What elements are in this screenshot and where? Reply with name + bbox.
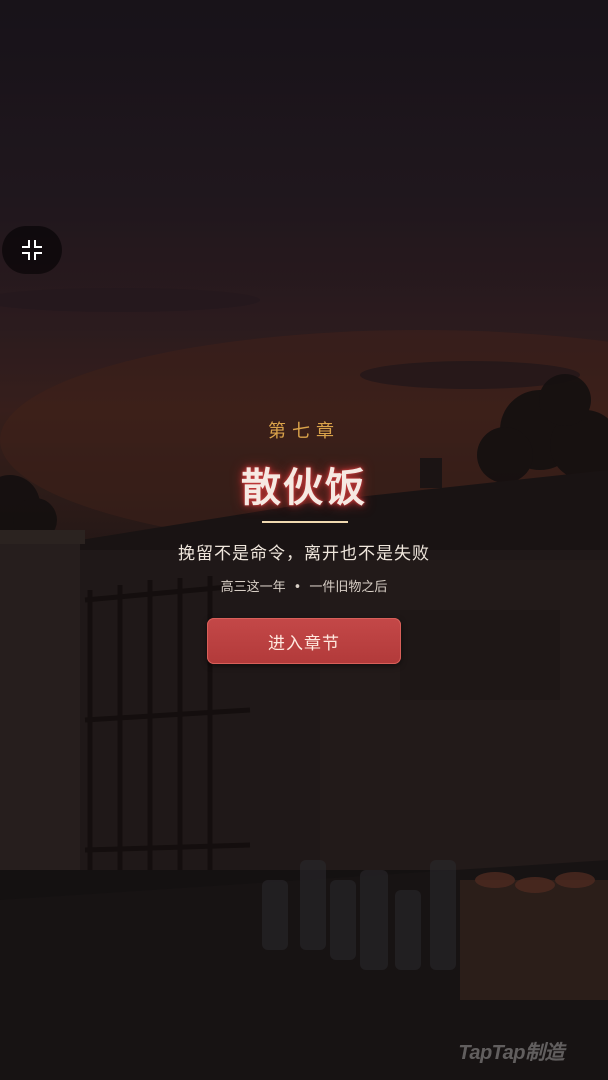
title-divider [262, 521, 348, 523]
meta-left: 高三这一年 [220, 580, 286, 595]
chapter-subtitle: 挽留不是命令，离开也不是失败 [178, 544, 430, 564]
chapter-title: 散伙饭 [241, 465, 367, 511]
chapter-meta: 高三这一年 • 一件旧物之后 [0, 576, 608, 595]
chapter-intro-screen: 第七章 散伙饭 挽留不是命令，离开也不是失败 高三这一年 • 一件旧物之后 进入章节… [0, 0, 608, 1080]
meta-right: 一件旧物之后 [309, 580, 388, 595]
exit-fullscreen-button[interactable] [2, 226, 62, 274]
exit-fullscreen-icon [22, 240, 42, 260]
chapter-number: 第七章 [268, 421, 340, 442]
taptap-watermark: TapTap制造 [458, 1042, 564, 1064]
meta-separator: • [293, 580, 302, 595]
enter-chapter-button[interactable]: 进入章节 [207, 618, 401, 664]
